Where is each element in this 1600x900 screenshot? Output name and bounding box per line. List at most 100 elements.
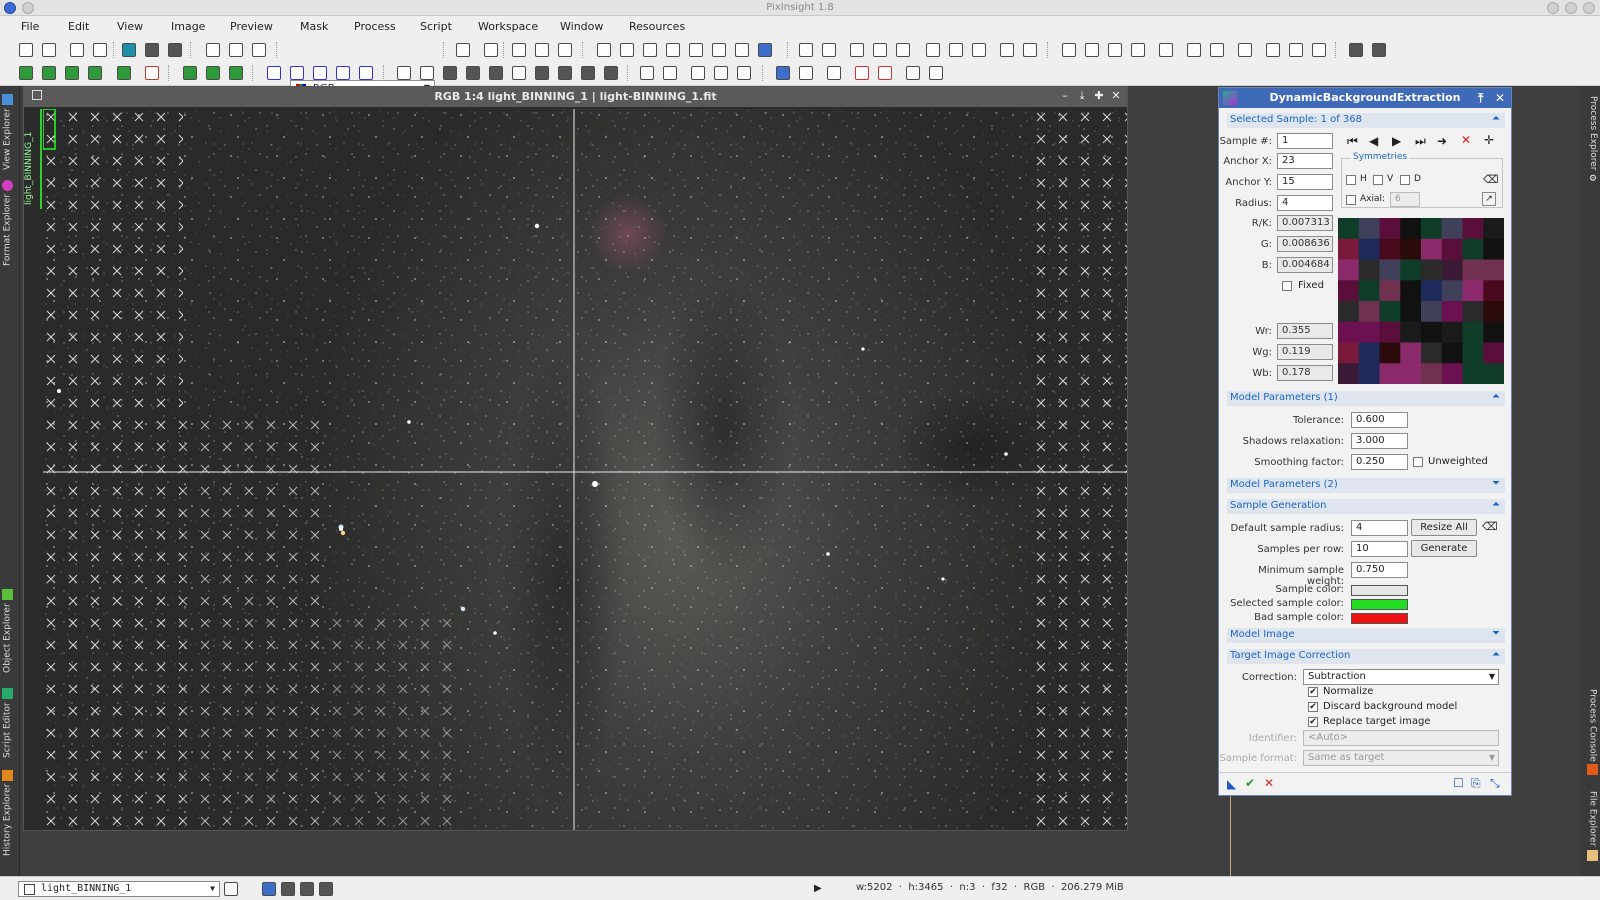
toolbar-icon[interactable] — [850, 43, 864, 57]
toolbar-icon[interactable] — [640, 66, 654, 80]
crosshair-icon[interactable]: ✛ — [1484, 134, 1494, 146]
toolbar-icon[interactable] — [512, 43, 526, 57]
toolbar-icon[interactable] — [855, 66, 869, 80]
toolbar-icon[interactable] — [290, 66, 304, 80]
tab-history-explorer[interactable]: History Explorer — [2, 766, 18, 860]
correction-select[interactable]: Subtraction ▼ — [1303, 669, 1499, 685]
tab-script-editor[interactable]: Script Editor — [2, 684, 18, 762]
collapse-icon[interactable]: ⤓ — [1076, 90, 1088, 102]
resize-all-button[interactable]: Resize All — [1411, 519, 1477, 536]
tab-object-explorer[interactable]: Object Explorer — [2, 586, 18, 676]
channel-rgb-icon[interactable] — [262, 882, 276, 896]
toolbar-icon[interactable] — [735, 43, 749, 57]
sample-color-swatch[interactable] — [1351, 585, 1408, 596]
toolbar-icon[interactable] — [145, 66, 159, 80]
fixed-checkbox[interactable] — [1282, 281, 1292, 291]
identifier-field[interactable]: <Auto> — [1303, 730, 1499, 746]
redo-icon[interactable] — [42, 43, 56, 57]
toolbar-icon[interactable] — [1238, 43, 1252, 57]
tab-file-explorer[interactable]: File Explorer — [1582, 786, 1598, 866]
clear-symmetries-icon[interactable]: ⌫ — [1483, 174, 1499, 186]
toolbar-icon[interactable] — [1023, 43, 1037, 57]
menu-window[interactable]: Window — [560, 20, 603, 33]
toolbar-icon[interactable] — [799, 66, 813, 80]
last-sample-icon[interactable]: ⏭ — [1415, 135, 1426, 147]
toolbar-icon[interactable] — [558, 66, 572, 80]
radius-field[interactable]: 4 — [1277, 195, 1333, 211]
toolbar-icon[interactable] — [65, 66, 79, 80]
view-identifier-tab[interactable]: light_BINNING_1 — [24, 109, 42, 209]
axial-spinbox[interactable]: 6 — [1390, 192, 1420, 207]
unweighted-checkbox[interactable] — [1413, 457, 1423, 467]
toolbar-icon[interactable] — [712, 43, 726, 57]
samples-per-row-field[interactable]: 10 — [1351, 541, 1408, 557]
toolbar-icon[interactable] — [643, 43, 657, 57]
tab-format-explorer[interactable]: Format Explorer — [2, 178, 18, 268]
menu-process[interactable]: Process — [354, 20, 396, 33]
toolbar-icon[interactable] — [145, 43, 159, 57]
anchor-y-field[interactable]: 15 — [1277, 174, 1333, 190]
toolbar-icon[interactable] — [252, 43, 266, 57]
toolbar-icon[interactable] — [535, 66, 549, 80]
toolbar-icon[interactable] — [88, 66, 102, 80]
toolbar-icon[interactable] — [1062, 43, 1076, 57]
close-icon[interactable]: ✕ — [1495, 92, 1505, 104]
toolbar-icon[interactable] — [1349, 43, 1363, 57]
symmetry-h-checkbox[interactable] — [1346, 175, 1356, 185]
window-icon[interactable] — [32, 90, 42, 100]
tolerance-field[interactable]: 0.600 — [1351, 412, 1408, 428]
toolbar-icon[interactable] — [926, 43, 940, 57]
smoothing-factor-field[interactable]: 0.250 — [1351, 454, 1408, 470]
reset-icon[interactable]: ☐ — [1453, 777, 1464, 789]
sample-number-field[interactable]: 1 — [1277, 133, 1333, 149]
min-sample-weight-field[interactable]: 0.750 — [1351, 562, 1408, 578]
maximize-icon[interactable]: ✚ — [1093, 90, 1105, 102]
toolbar-icon[interactable] — [1159, 43, 1173, 57]
section-model-parameters-2[interactable]: Model Parameters (2) ⏷ — [1227, 478, 1505, 493]
toolbar-icon[interactable] — [1108, 43, 1122, 57]
shade-icon[interactable]: ⤒ — [1478, 92, 1483, 104]
toolbar-icon[interactable] — [1187, 43, 1201, 57]
toolbar-icon[interactable] — [691, 66, 705, 80]
play-icon[interactable]: ▶ — [814, 883, 822, 895]
toolbar-icon[interactable] — [737, 66, 751, 80]
toolbar-icon[interactable] — [906, 66, 920, 80]
toolbar-icon[interactable] — [666, 43, 680, 57]
view-selector[interactable]: light_BINNING_1 ▼ — [18, 881, 220, 897]
anchor-x-field[interactable]: 23 — [1277, 153, 1333, 169]
shade-icon[interactable]: – — [1059, 90, 1071, 102]
menu-script[interactable]: Script — [420, 20, 452, 33]
toolbar-icon[interactable] — [620, 43, 634, 57]
toolbar-icon[interactable] — [93, 43, 107, 57]
toolbar-icon[interactable] — [117, 66, 131, 80]
toolbar-icon[interactable] — [1131, 43, 1145, 57]
symmetry-v-checkbox[interactable] — [1373, 175, 1383, 185]
toolbar-icon[interactable] — [456, 43, 470, 57]
toolbar-icon[interactable] — [267, 66, 281, 80]
toggle-view-icon[interactable] — [224, 882, 238, 896]
maximize-icon[interactable] — [1565, 2, 1577, 14]
toolbar-icon[interactable] — [206, 66, 220, 80]
apply-icon[interactable]: ✔ — [1245, 777, 1255, 789]
menu-resources[interactable]: Resources — [629, 20, 685, 33]
menu-image[interactable]: Image — [171, 20, 205, 33]
normalize-checkbox[interactable]: ✔ — [1308, 687, 1318, 697]
symmetry-d-checkbox[interactable] — [1400, 175, 1410, 185]
toolbar-icon[interactable] — [929, 66, 943, 80]
bad-sample-color-swatch[interactable] — [1351, 613, 1408, 624]
clear-samples-icon[interactable]: ⌫ — [1482, 521, 1498, 533]
sample-format-select[interactable]: Same as target ▼ — [1303, 750, 1499, 766]
toolbar-icon[interactable] — [558, 43, 572, 57]
toolbar-icon[interactable] — [535, 43, 549, 57]
documentation-icon[interactable]: ⎘ — [1471, 777, 1481, 789]
toolbar-icon[interactable] — [1372, 43, 1386, 57]
toolbar-icon[interactable] — [689, 43, 703, 57]
toolbar-icon[interactable] — [19, 66, 33, 80]
menu-view[interactable]: View — [117, 20, 143, 33]
replace-target-checkbox[interactable]: ✔ — [1308, 717, 1318, 727]
toolbar-icon[interactable] — [827, 66, 841, 80]
default-radius-field[interactable]: 4 — [1351, 520, 1408, 536]
toolbar-icon[interactable] — [42, 66, 56, 80]
toolbar-icon[interactable] — [776, 66, 790, 80]
toolbar-icon[interactable] — [1000, 43, 1014, 57]
